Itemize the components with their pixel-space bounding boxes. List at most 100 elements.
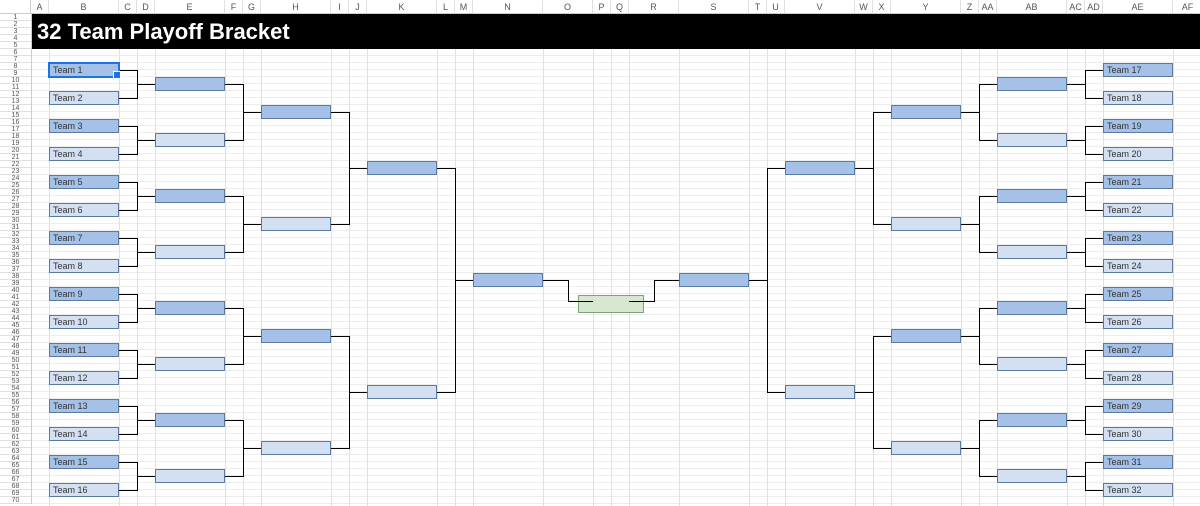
col-header-X[interactable]: X xyxy=(873,0,891,14)
team-right-8[interactable]: Team 24 xyxy=(1103,259,1173,273)
left-r2-7[interactable] xyxy=(155,413,225,427)
team-left-8[interactable]: Team 8 xyxy=(49,259,119,273)
row-header-42[interactable]: 42 xyxy=(0,301,31,308)
team-right-10[interactable]: Team 26 xyxy=(1103,315,1173,329)
col-header-Q[interactable]: Q xyxy=(611,0,629,14)
row-header-33[interactable]: 33 xyxy=(0,238,31,245)
right-r4-2[interactable] xyxy=(785,385,855,399)
row-header-7[interactable]: 7 xyxy=(0,56,31,63)
left-r2-1[interactable] xyxy=(155,77,225,91)
team-left-4[interactable]: Team 4 xyxy=(49,147,119,161)
col-header-L[interactable]: L xyxy=(437,0,455,14)
row-header-39[interactable]: 39 xyxy=(0,280,31,287)
row-header-68[interactable]: 68 xyxy=(0,483,31,490)
row-header-27[interactable]: 27 xyxy=(0,196,31,203)
team-right-7[interactable]: Team 23 xyxy=(1103,231,1173,245)
team-left-6[interactable]: Team 6 xyxy=(49,203,119,217)
col-header-Z[interactable]: Z xyxy=(961,0,979,14)
row-header-62[interactable]: 62 xyxy=(0,441,31,448)
team-right-11[interactable]: Team 27 xyxy=(1103,343,1173,357)
right-r4-1[interactable] xyxy=(785,161,855,175)
team-left-1[interactable]: Team 1 xyxy=(49,63,119,77)
row-header-45[interactable]: 45 xyxy=(0,322,31,329)
left-r2-6[interactable] xyxy=(155,357,225,371)
row-header-23[interactable]: 23 xyxy=(0,168,31,175)
row-header-14[interactable]: 14 xyxy=(0,105,31,112)
row-header-57[interactable]: 57 xyxy=(0,406,31,413)
row-header-47[interactable]: 47 xyxy=(0,336,31,343)
row-header-56[interactable]: 56 xyxy=(0,399,31,406)
col-header-M[interactable]: M xyxy=(455,0,473,14)
left-r2-3[interactable] xyxy=(155,189,225,203)
right-r2-4[interactable] xyxy=(997,245,1067,259)
left-r2-2[interactable] xyxy=(155,133,225,147)
row-header-53[interactable]: 53 xyxy=(0,378,31,385)
team-right-12[interactable]: Team 28 xyxy=(1103,371,1173,385)
right-r3-4[interactable] xyxy=(891,441,961,455)
row-header-32[interactable]: 32 xyxy=(0,231,31,238)
team-left-9[interactable]: Team 9 xyxy=(49,287,119,301)
col-header-B[interactable]: B xyxy=(49,0,119,14)
row-header-20[interactable]: 20 xyxy=(0,147,31,154)
row-header-4[interactable]: 4 xyxy=(0,35,31,42)
row-header-11[interactable]: 11 xyxy=(0,84,31,91)
right-r3-1[interactable] xyxy=(891,105,961,119)
row-header-60[interactable]: 60 xyxy=(0,427,31,434)
row-header-48[interactable]: 48 xyxy=(0,343,31,350)
row-header-34[interactable]: 34 xyxy=(0,245,31,252)
row-header-30[interactable]: 30 xyxy=(0,217,31,224)
row-header-25[interactable]: 25 xyxy=(0,182,31,189)
team-right-9[interactable]: Team 25 xyxy=(1103,287,1173,301)
col-header-H[interactable]: H xyxy=(261,0,331,14)
team-right-3[interactable]: Team 19 xyxy=(1103,119,1173,133)
team-left-10[interactable]: Team 10 xyxy=(49,315,119,329)
col-header-F[interactable]: F xyxy=(225,0,243,14)
col-header-AA[interactable]: AA xyxy=(979,0,997,14)
row-header-54[interactable]: 54 xyxy=(0,385,31,392)
right-final[interactable] xyxy=(679,273,749,287)
team-right-4[interactable]: Team 20 xyxy=(1103,147,1173,161)
row-header-6[interactable]: 6 xyxy=(0,49,31,56)
col-header-K[interactable]: K xyxy=(367,0,437,14)
row-header-16[interactable]: 16 xyxy=(0,119,31,126)
col-header-E[interactable]: E xyxy=(155,0,225,14)
row-header-40[interactable]: 40 xyxy=(0,287,31,294)
team-left-7[interactable]: Team 7 xyxy=(49,231,119,245)
team-right-2[interactable]: Team 18 xyxy=(1103,91,1173,105)
left-r2-5[interactable] xyxy=(155,301,225,315)
col-header-AB[interactable]: AB xyxy=(997,0,1067,14)
team-left-5[interactable]: Team 5 xyxy=(49,175,119,189)
row-header-52[interactable]: 52 xyxy=(0,371,31,378)
champion-cell[interactable] xyxy=(578,295,644,313)
row-header-44[interactable]: 44 xyxy=(0,315,31,322)
team-right-5[interactable]: Team 21 xyxy=(1103,175,1173,189)
row-header-35[interactable]: 35 xyxy=(0,252,31,259)
row-header-12[interactable]: 12 xyxy=(0,91,31,98)
row-header-1[interactable]: 1 xyxy=(0,14,31,21)
team-left-12[interactable]: Team 12 xyxy=(49,371,119,385)
left-r3-3[interactable] xyxy=(261,329,331,343)
col-header-W[interactable]: W xyxy=(855,0,873,14)
row-header-41[interactable]: 41 xyxy=(0,294,31,301)
col-header-J[interactable]: J xyxy=(349,0,367,14)
row-header-70[interactable]: 70 xyxy=(0,497,31,504)
col-header-R[interactable]: R xyxy=(629,0,679,14)
col-header-O[interactable]: O xyxy=(543,0,593,14)
right-r2-3[interactable] xyxy=(997,189,1067,203)
team-right-6[interactable]: Team 22 xyxy=(1103,203,1173,217)
team-right-14[interactable]: Team 30 xyxy=(1103,427,1173,441)
row-header-36[interactable]: 36 xyxy=(0,259,31,266)
col-header-AE[interactable]: AE xyxy=(1103,0,1173,14)
row-header-43[interactable]: 43 xyxy=(0,308,31,315)
row-header-26[interactable]: 26 xyxy=(0,189,31,196)
row-header-61[interactable]: 61 xyxy=(0,434,31,441)
col-header-G[interactable]: G xyxy=(243,0,261,14)
team-right-1[interactable]: Team 17 xyxy=(1103,63,1173,77)
col-header-AD[interactable]: AD xyxy=(1085,0,1103,14)
row-header-51[interactable]: 51 xyxy=(0,364,31,371)
row-header-50[interactable]: 50 xyxy=(0,357,31,364)
row-header-8[interactable]: 8 xyxy=(0,63,31,70)
row-header-10[interactable]: 10 xyxy=(0,77,31,84)
row-header-66[interactable]: 66 xyxy=(0,469,31,476)
team-left-3[interactable]: Team 3 xyxy=(49,119,119,133)
